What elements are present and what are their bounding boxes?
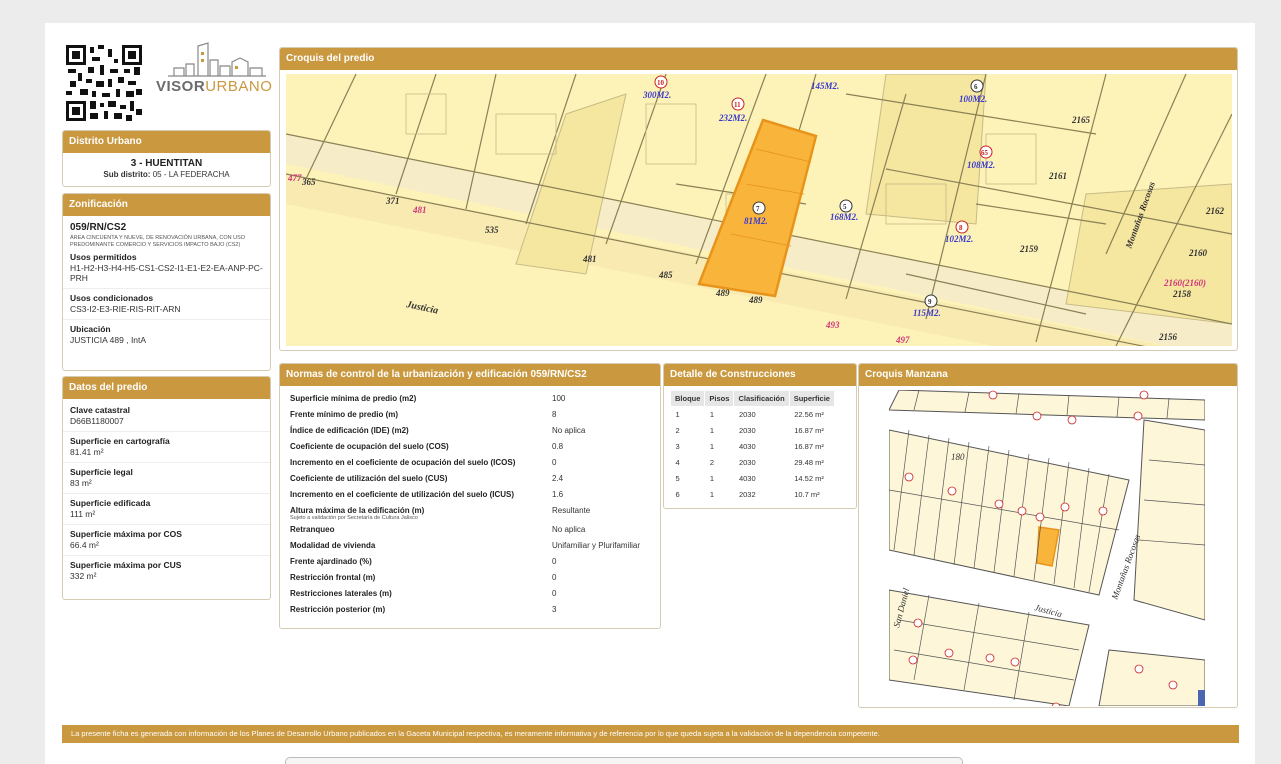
disclaimer-footer: La presente ficha es generada con inform…	[62, 725, 1239, 743]
street-number-label: 365	[301, 177, 316, 187]
table-row: Restricción posterior (m) 3	[290, 605, 557, 614]
table-row: 3 1 4030 16.87 m²	[675, 442, 824, 451]
table-row: Frente ajardinado (%) 0	[290, 557, 557, 566]
column-header: Superficie	[788, 390, 835, 407]
lot-number-label: 6	[974, 83, 978, 91]
lot-number-label: 11	[734, 101, 741, 109]
table-row: Altura máxima de la edificación (m) Sujet…	[290, 506, 591, 521]
street-number-label: 2159	[1019, 244, 1039, 254]
lot-area-label: 232M2.	[718, 113, 747, 123]
street-number-label: 371	[385, 196, 400, 206]
croquis-manzana-panel: Croquis Manzana 180 Justicia Montañas Ro…	[858, 363, 1238, 708]
street-number-label: 489	[715, 288, 730, 298]
table-row: 4 2 2030 29.48 m²	[675, 458, 824, 467]
street-number-label: 493	[825, 320, 840, 330]
street-number-label: 180	[951, 452, 965, 462]
lot-number-label: 7	[756, 205, 760, 213]
predio-panel: Datos del predio Clave catastral D66B1180…	[62, 376, 271, 600]
street-number-label: 497	[895, 335, 910, 345]
table-row: Coeficiente de utilización del suelo (CU…	[290, 474, 564, 483]
street-number-label: 2156	[1158, 332, 1178, 342]
subdistrito: Sub distrito: 05 - LA FEDERACHA	[103, 170, 230, 179]
superficie-max-cos: Superficie máxima por COS 66.4 m²	[63, 525, 270, 556]
table-row: Incremento en el coeficiente de utilizac…	[290, 490, 564, 499]
lot-area-label: 168M2.	[830, 212, 858, 222]
bottom-panel	[285, 757, 963, 764]
lot-number-label: 10	[657, 79, 665, 87]
table-row: Modalidad de vivienda Unifamiliar y Pluri…	[290, 541, 641, 550]
street-number-label: 2158	[1172, 289, 1192, 299]
visor-urbano-wordmark: VISORURBANO	[156, 78, 273, 95]
street-number-label: 481	[412, 205, 427, 215]
zonificacion-header: Zonificación	[63, 194, 270, 216]
lot-number-label: 8	[959, 224, 963, 232]
distrito-panel: Distrito Urbano 3 - HUENTITAN Sub distri…	[62, 130, 271, 187]
detalle-panel: Detalle de Construcciones Bloque Pisos C…	[663, 363, 857, 509]
table-row: Superficie mínima de predio (m2) 100	[290, 394, 566, 403]
table-row: Retranqueo No aplica	[290, 525, 586, 534]
lot-area-label: 102M2.	[945, 234, 973, 244]
lot-area-label: 100M2.	[959, 94, 987, 104]
lot-number-label: 5	[843, 203, 847, 211]
street-number-label: 2160	[1188, 248, 1208, 258]
table-row: 2 1 2030 16.87 m²	[675, 426, 824, 435]
lot-area-label: 115M2.	[913, 308, 941, 318]
distrito-header: Distrito Urbano	[63, 131, 270, 153]
lot-area-label: 300M2.	[642, 90, 671, 100]
table-row: Índice de edificación (IDE) (m2) No aplic…	[290, 426, 586, 435]
superficie-edificada: Superficie edificada 111 m²	[63, 494, 270, 525]
selected-lot-area-label: 81M2.	[744, 216, 768, 226]
street-number-label: 2161	[1048, 171, 1067, 181]
table-row: Restricción frontal (m) 0	[290, 573, 557, 582]
usos-condicionados: Usos condicionados CS3-I2-E3-RIE-RIS-RIT-…	[63, 289, 270, 320]
table-row: 1 1 2030 22.56 m²	[675, 410, 824, 420]
table-row: Frente mínimo de predio (m) 8	[290, 410, 557, 419]
croquis-manzana-header: Croquis Manzana	[859, 364, 1237, 386]
qr-code	[66, 45, 142, 121]
normas-panel: Normas de control de la urbanización y e…	[279, 363, 661, 629]
street-number-label: 485	[658, 270, 673, 280]
table-row: Incremento en el coeficiente de ocupació…	[290, 458, 557, 467]
distrito-title: 3 - HUENTITAN	[130, 158, 203, 169]
croquis-predio-panel: Croquis del predio 10 300M2. 11 232M2. 1…	[279, 47, 1238, 351]
table-row: 6 1 2032 10.7 m²	[675, 490, 820, 499]
croquis-predio-map[interactable]: 10 300M2. 11 232M2. 145M2. 6 100M2. 2165…	[286, 74, 1232, 346]
superficie-max-cus: Superficie máxima por CUS 332 m²	[70, 560, 182, 581]
table-row: Coeficiente de ocupación del suelo (COS)…	[290, 442, 564, 451]
table-row: Restricciones laterales (m) 0	[290, 589, 557, 598]
lot-number-label: 9	[928, 298, 932, 306]
normas-header: Normas de control de la urbanización y e…	[280, 364, 660, 386]
street-number-label: 2162	[1205, 206, 1225, 216]
lot-number-label: 65	[981, 149, 989, 157]
predio-header: Datos del predio	[63, 377, 270, 399]
lot-area-label: 108M2.	[967, 160, 995, 170]
street-number-label: 2160(2160)	[1163, 278, 1206, 288]
street-number-label: 489	[748, 295, 763, 305]
croquis-predio-header: Croquis del predio	[280, 48, 1237, 70]
column-header: Bloque	[669, 390, 706, 407]
lot-area-label: 145M2.	[811, 81, 839, 91]
zonificacion-panel: Zonificación 059/RN/CS2 ÁREA CINCUENTA Y…	[62, 193, 271, 371]
street-number-label: 535	[485, 225, 499, 235]
street-number-label: 2165	[1071, 115, 1091, 125]
normas-table: Superficie mínima de predio (m2) 100 Fren…	[280, 392, 660, 619]
zone-code: 059/RN/CS2	[70, 222, 127, 233]
clave-catastral: Clave catastral D66B1180007	[63, 399, 270, 432]
table-row: 5 1 4030 14.52 m²	[675, 474, 824, 483]
ubicacion: Ubicación JUSTICIA 489 , IntA	[70, 324, 147, 345]
superficie-legal: Superficie legal 83 m²	[63, 463, 270, 494]
column-header: Pisos	[704, 390, 735, 407]
street-number-label: 477	[287, 173, 302, 183]
street-number-label: 481	[582, 254, 597, 264]
superficie-cartografia: Superficie en cartografía 81.41 m²	[63, 432, 270, 463]
croquis-manzana-map[interactable]: 180 Justicia Montañas Rocosas San Daniel	[889, 390, 1205, 706]
detalle-table: Bloque Pisos Clasificación Superficie 11…	[669, 390, 835, 503]
detalle-header: Detalle de Construcciones	[664, 364, 856, 386]
column-header: Clasificación	[733, 390, 790, 407]
usos-permitidos: Usos permitidos H1-H2-H3-H4-H5-CS1-CS2-I1…	[63, 252, 270, 289]
zone-description: ÁREA CINCUENTA Y NUEVE, DE RENOVACIÓN UR…	[70, 235, 246, 248]
